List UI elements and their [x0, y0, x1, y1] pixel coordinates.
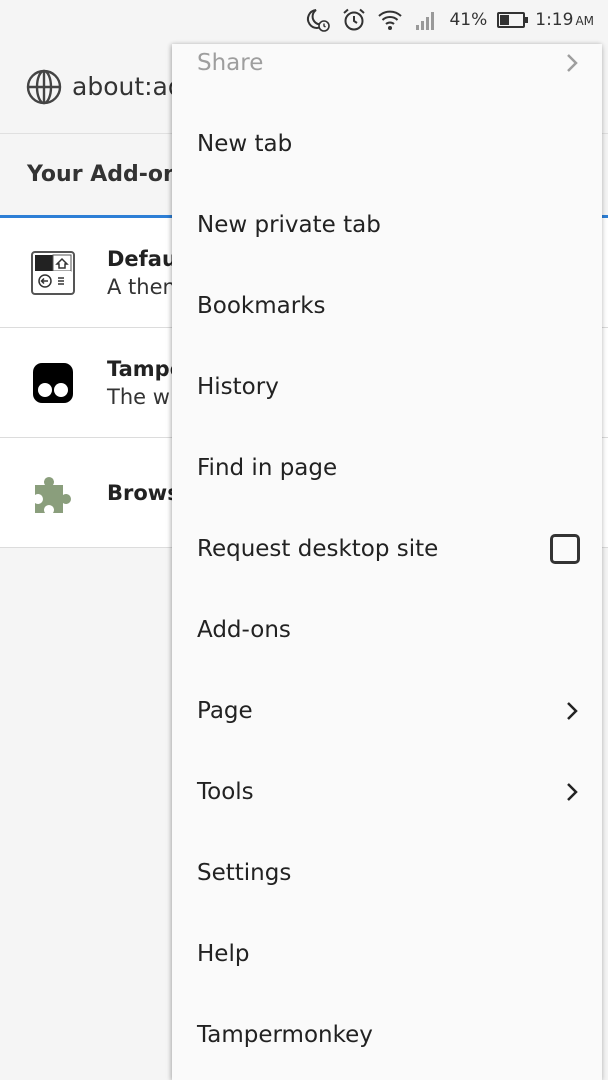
menu-item-tools[interactable]: Tools: [172, 751, 602, 832]
clock: 1:19 AM: [535, 10, 594, 30]
theme-icon: [30, 250, 76, 296]
menu-item-label: Tools: [197, 778, 254, 805]
overflow-menu: Share New tab New private tab Bookmarks …: [172, 44, 602, 1080]
menu-item-label: Share: [197, 49, 264, 76]
globe-icon[interactable]: [26, 69, 62, 105]
signal-icon: [413, 7, 439, 33]
menu-item-label: Tampermonkey: [197, 1021, 373, 1048]
puzzle-piece-icon: [30, 470, 76, 516]
menu-item-label: Add-ons: [197, 616, 291, 643]
wifi-icon: [377, 7, 403, 33]
chevron-right-icon: [564, 782, 580, 801]
menu-item-bookmarks[interactable]: Bookmarks: [172, 265, 602, 346]
menu-item-share[interactable]: Share: [172, 44, 602, 103]
addons-header-title: Your Add-on: [27, 162, 179, 187]
menu-item-page[interactable]: Page: [172, 670, 602, 751]
menu-item-add-ons[interactable]: Add-ons: [172, 589, 602, 670]
menu-item-new-private-tab[interactable]: New private tab: [172, 184, 602, 265]
tampermonkey-icon: [30, 360, 76, 406]
menu-item-label: Settings: [197, 859, 292, 886]
moon-alarm-icon: [305, 7, 331, 33]
menu-item-label: New tab: [197, 130, 293, 157]
menu-item-label: Help: [197, 940, 250, 967]
menu-item-label: Request desktop site: [197, 535, 439, 562]
clock-time: 1:19: [535, 10, 574, 30]
menu-item-label: Page: [197, 697, 253, 724]
battery-icon: [497, 12, 529, 28]
desktop-site-checkbox[interactable]: [550, 533, 580, 564]
clock-ampm: AM: [575, 14, 594, 28]
menu-item-settings[interactable]: Settings: [172, 832, 602, 913]
menu-item-label: New private tab: [197, 211, 381, 238]
menu-item-tampermonkey[interactable]: Tampermonkey: [172, 994, 602, 1075]
menu-item-label: History: [197, 373, 279, 400]
menu-item-history[interactable]: History: [172, 346, 602, 427]
alarm-clock-icon: [341, 7, 367, 33]
battery-percent: 41%: [449, 10, 488, 30]
url-bar[interactable]: about:ad: [72, 72, 184, 101]
addon-name: Brows: [107, 480, 180, 505]
status-bar: 41% 1:19 AM: [0, 0, 608, 40]
menu-item-find-in-page[interactable]: Find in page: [172, 427, 602, 508]
menu-item-label: Find in page: [197, 454, 338, 481]
menu-item-help[interactable]: Help: [172, 913, 602, 994]
screen: 41% 1:19 AM about:ad Your Add-on Defaul A…: [0, 0, 608, 1080]
menu-item-label: Bookmarks: [197, 292, 326, 319]
chevron-right-icon: [564, 701, 580, 720]
menu-item-request-desktop-site[interactable]: Request desktop site: [172, 508, 602, 589]
chevron-right-icon: [564, 53, 580, 72]
menu-item-new-tab[interactable]: New tab: [172, 103, 602, 184]
